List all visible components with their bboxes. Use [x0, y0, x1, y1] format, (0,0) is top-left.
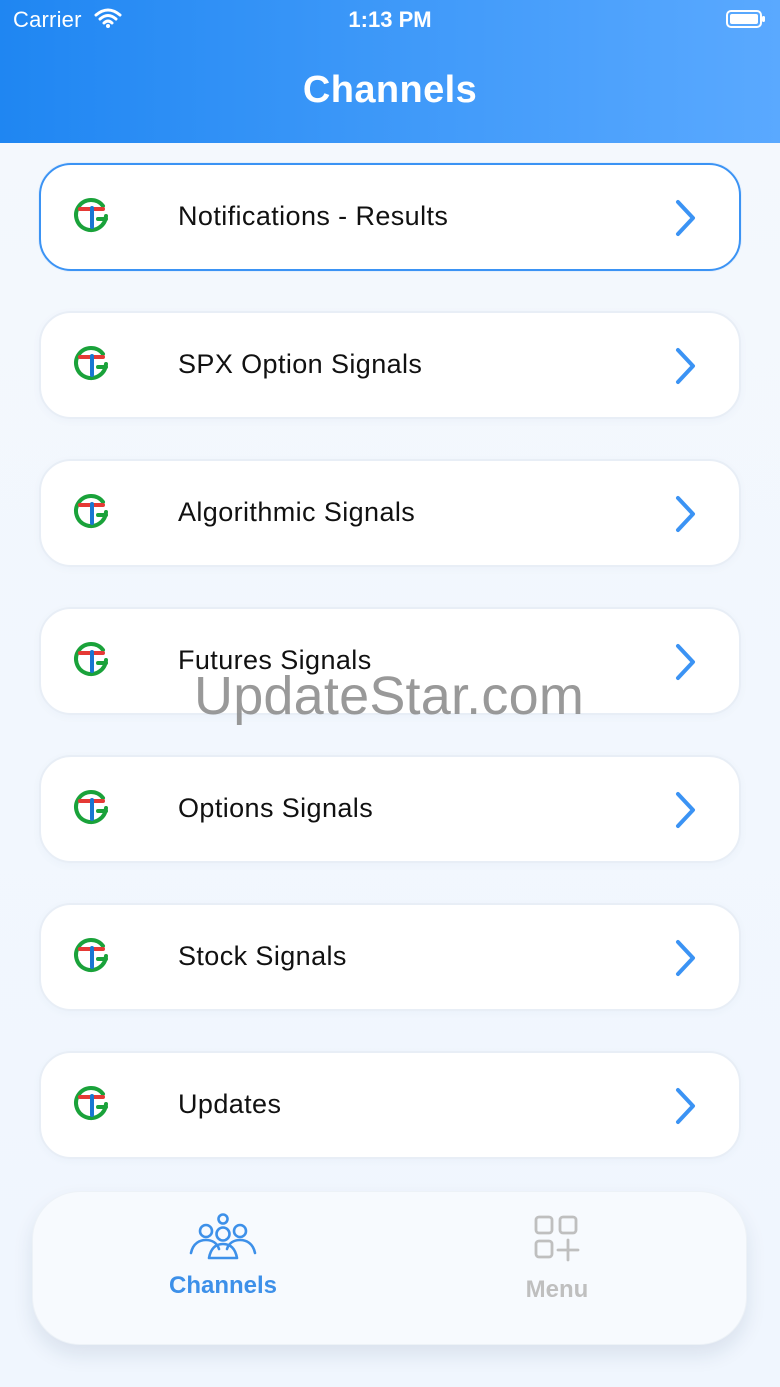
channel-item-stock-signals[interactable]: Stock Signals	[39, 903, 741, 1011]
chevron-right-icon	[676, 200, 695, 236]
channel-label: Options Signals	[178, 793, 374, 823]
signal-logo-icon	[74, 198, 108, 233]
channel-item-spx-option-signals[interactable]: SPX Option Signals	[39, 311, 741, 419]
status-time: 1:13 PM	[348, 7, 432, 32]
chevron-right-icon	[676, 1088, 695, 1124]
signal-logo-icon	[74, 346, 108, 381]
chevron-right-icon	[676, 792, 695, 828]
signal-logo-icon	[74, 938, 108, 973]
channel-item-algorithmic-signals[interactable]: Algorithmic Signals	[39, 459, 741, 567]
battery-icon	[726, 10, 765, 28]
channel-item-updates[interactable]: Updates	[39, 1051, 741, 1159]
tab-label: Channels	[168, 1272, 278, 1299]
channel-item-options-signals[interactable]: Options Signals	[39, 755, 741, 863]
channel-label: Updates	[178, 1089, 282, 1119]
channel-item-notifications-results[interactable]: Notifications - Results	[39, 163, 741, 271]
channel-label: Algorithmic Signals	[178, 497, 416, 527]
signal-logo-icon	[74, 790, 108, 825]
group-users-icon	[189, 1213, 257, 1260]
chevron-right-icon	[676, 644, 695, 680]
chevron-right-icon	[676, 348, 695, 384]
app-screen: Carrier 1:13 PM Channels Notifications -…	[0, 0, 780, 1387]
channel-label: Stock Signals	[178, 941, 347, 971]
signal-logo-icon	[74, 494, 108, 529]
signal-logo-icon	[74, 642, 108, 677]
tab-channels[interactable]: Channels	[128, 1212, 318, 1322]
channel-label: SPX Option Signals	[178, 349, 423, 379]
status-bar: Carrier 1:13 PM	[0, 0, 780, 40]
channel-label: Notifications - Results	[178, 201, 449, 231]
tab-label: Menu	[525, 1276, 589, 1303]
header: Carrier 1:13 PM Channels	[0, 0, 780, 143]
chevron-right-icon	[676, 940, 695, 976]
tab-menu[interactable]: Menu	[462, 1212, 652, 1322]
watermark-text: UpdateStar.com	[194, 666, 585, 726]
signal-logo-icon	[74, 1086, 108, 1121]
bottom-tab-bar: Channels Menu	[32, 1191, 747, 1345]
chevron-right-icon	[676, 496, 695, 532]
page-title: Channels	[302, 69, 478, 111]
grid-add-icon	[534, 1215, 580, 1262]
